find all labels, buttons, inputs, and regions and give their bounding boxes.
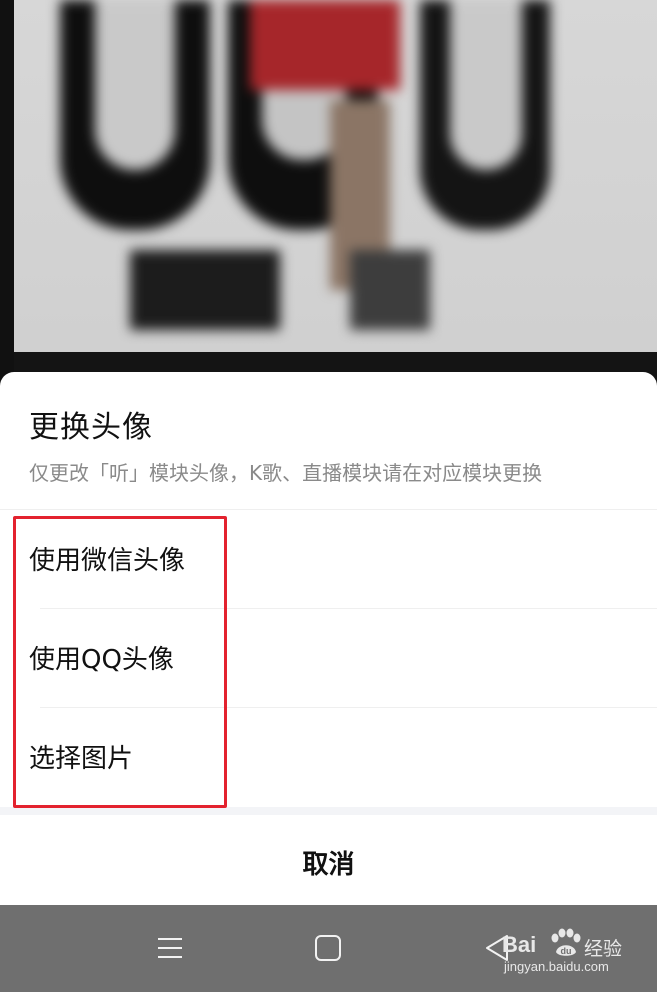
screen: 更换头像 仅更改「听」模块头像，K歌、直播模块请在对应模块更换 使用微信头像 使… xyxy=(0,0,657,992)
home-square-icon xyxy=(315,935,341,961)
navigation-bar xyxy=(0,905,657,992)
back-button[interactable] xyxy=(458,905,538,992)
choose-picture-option[interactable]: 选择图片 xyxy=(0,708,657,807)
back-triangle-icon xyxy=(486,935,508,961)
option-label: 使用微信头像 xyxy=(29,546,186,576)
sheet-title: 更换头像 xyxy=(29,410,153,445)
use-qq-avatar-option[interactable]: 使用QQ头像 xyxy=(0,609,657,708)
avatar-change-sheet: 更换头像 仅更改「听」模块头像，K歌、直播模块请在对应模块更换 使用微信头像 使… xyxy=(0,372,657,905)
cancel-label: 取消 xyxy=(302,850,355,880)
option-label: 使用QQ头像 xyxy=(29,645,174,675)
menu-icon xyxy=(158,938,182,958)
option-label: 选择图片 xyxy=(29,744,134,774)
menu-button[interactable] xyxy=(130,905,210,992)
background-photo xyxy=(0,0,657,400)
use-wechat-avatar-option[interactable]: 使用微信头像 xyxy=(0,510,657,609)
cancel-button[interactable]: 取消 xyxy=(0,815,657,905)
sheet-subtitle: 仅更改「听」模块头像，K歌、直播模块请在对应模块更换 xyxy=(29,461,543,485)
sheet-header: 更换头像 仅更改「听」模块头像，K歌、直播模块请在对应模块更换 xyxy=(0,372,657,510)
sheet-separator xyxy=(0,807,657,815)
home-button[interactable] xyxy=(288,905,368,992)
